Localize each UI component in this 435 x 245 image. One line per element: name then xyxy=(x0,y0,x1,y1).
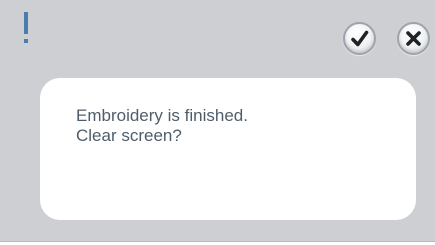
message-line-clear-screen: Clear screen? xyxy=(76,126,182,145)
dialog-panel: Embroidery is finished. Clear screen? xyxy=(0,0,435,242)
confirm-button[interactable] xyxy=(343,22,376,55)
exclamation-dot xyxy=(24,39,28,43)
message-box: Embroidery is finished. Clear screen? xyxy=(40,78,416,220)
message-text: Embroidery is finished. Clear screen? xyxy=(76,106,248,146)
exclamation-bar xyxy=(24,12,28,34)
exclamation-icon xyxy=(24,12,34,46)
close-x-icon xyxy=(406,31,421,46)
checkmark-icon xyxy=(351,30,369,47)
message-line-finished: Embroidery is finished. xyxy=(76,106,248,125)
cancel-button[interactable] xyxy=(397,22,430,55)
